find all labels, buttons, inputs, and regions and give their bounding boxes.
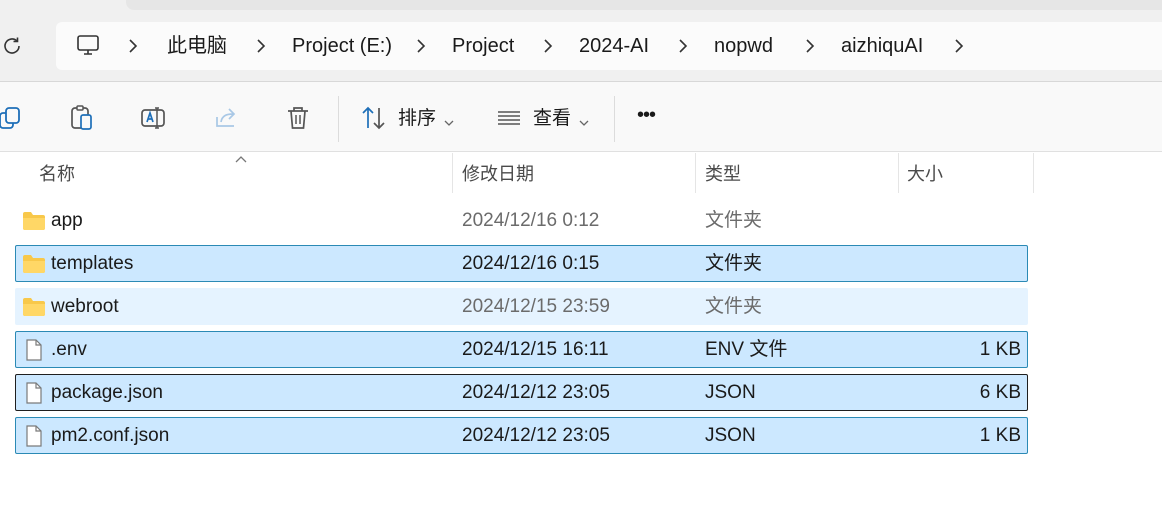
copy-icon[interactable] bbox=[0, 104, 26, 132]
breadcrumb-item[interactable]: Project (E:) bbox=[292, 34, 392, 58]
file-type: ENV 文件 bbox=[705, 339, 788, 360]
column-divider[interactable] bbox=[452, 153, 453, 193]
chevron-right-icon[interactable] bbox=[803, 36, 817, 56]
file-name: templates bbox=[51, 253, 134, 274]
file-icon bbox=[22, 425, 46, 447]
chevron-right-icon[interactable] bbox=[126, 36, 140, 56]
file-type: 文件夹 bbox=[705, 253, 763, 274]
sort-direction-icon bbox=[234, 151, 248, 163]
file-modified-date: 2024/12/15 23:59 bbox=[462, 296, 610, 317]
chevron-right-icon[interactable] bbox=[254, 36, 268, 56]
file-row[interactable]: package.json 2024/12/12 23:05 JSON 6 KB bbox=[15, 374, 1028, 411]
breadcrumb-item[interactable]: 此电脑 bbox=[167, 34, 227, 58]
file-row[interactable]: .env 2024/12/15 16:11 ENV 文件 1 KB bbox=[15, 331, 1028, 368]
file-modified-date: 2024/12/15 16:11 bbox=[462, 339, 609, 360]
file-name: package.json bbox=[51, 382, 163, 403]
file-size: 6 KB bbox=[979, 382, 1021, 403]
paste-icon[interactable] bbox=[68, 104, 96, 132]
more-options-button[interactable]: ••• bbox=[637, 104, 656, 126]
file-row[interactable]: app 2024/12/16 0:12 文件夹 bbox=[15, 202, 1028, 239]
file-explorer-window: 此电脑 Project (E:) Project 2024-AI nopwd aizhiq… bbox=[0, 0, 1162, 513]
folder-icon bbox=[22, 296, 46, 318]
file-name: app bbox=[51, 210, 83, 231]
breadcrumb-item[interactable]: 2024-AI bbox=[579, 34, 649, 58]
breadcrumb-item[interactable]: aizhiquAI bbox=[841, 34, 923, 58]
share-icon bbox=[212, 104, 240, 132]
file-type: JSON bbox=[705, 425, 756, 446]
chevron-right-icon[interactable] bbox=[676, 36, 690, 56]
column-header-name[interactable]: 名称 bbox=[39, 162, 75, 186]
file-size: 1 KB bbox=[979, 339, 1021, 360]
refresh-icon[interactable] bbox=[0, 34, 24, 58]
file-row[interactable]: pm2.conf.json 2024/12/12 23:05 JSON 1 KB bbox=[15, 417, 1028, 454]
file-modified-date: 2024/12/16 0:15 bbox=[462, 253, 600, 274]
column-divider[interactable] bbox=[898, 153, 899, 193]
column-header-size[interactable]: 大小 bbox=[907, 162, 943, 186]
column-divider[interactable] bbox=[695, 153, 696, 193]
breadcrumb-item[interactable]: Project bbox=[452, 34, 514, 58]
sort-chevron-down-icon[interactable] bbox=[444, 114, 454, 126]
sort-button[interactable]: 排序 bbox=[398, 108, 436, 130]
view-chevron-down-icon[interactable] bbox=[579, 114, 589, 126]
tab-strip-edge bbox=[126, 0, 1162, 10]
toolbar-divider bbox=[338, 96, 339, 142]
column-header-modified[interactable]: 修改日期 bbox=[462, 162, 534, 186]
file-icon bbox=[22, 339, 46, 361]
file-type: 文件夹 bbox=[705, 296, 763, 317]
file-row[interactable]: templates 2024/12/16 0:15 文件夹 bbox=[15, 245, 1028, 282]
file-type: JSON bbox=[705, 382, 756, 403]
file-modified-date: 2024/12/16 0:12 bbox=[462, 210, 600, 231]
view-icon[interactable] bbox=[496, 104, 524, 132]
file-name: pm2.conf.json bbox=[51, 425, 170, 446]
column-header-type[interactable]: 类型 bbox=[705, 162, 741, 186]
column-divider[interactable] bbox=[1033, 153, 1034, 193]
chevron-right-icon[interactable] bbox=[414, 36, 428, 56]
breadcrumb-item[interactable]: nopwd bbox=[714, 34, 773, 58]
file-name: .env bbox=[51, 339, 87, 360]
file-modified-date: 2024/12/12 23:05 bbox=[462, 425, 610, 446]
chevron-right-icon[interactable] bbox=[541, 36, 555, 56]
sort-icon[interactable] bbox=[360, 104, 388, 132]
chevron-right-icon[interactable] bbox=[952, 36, 966, 56]
file-size: 1 KB bbox=[979, 425, 1021, 446]
rename-icon[interactable] bbox=[140, 104, 168, 132]
file-name: webroot bbox=[51, 296, 119, 317]
view-button[interactable]: 查看 bbox=[533, 108, 571, 130]
folder-icon bbox=[22, 210, 46, 232]
delete-icon[interactable] bbox=[284, 104, 312, 132]
toolbar-divider bbox=[614, 96, 615, 142]
file-modified-date: 2024/12/12 23:05 bbox=[462, 382, 610, 403]
this-pc-icon[interactable] bbox=[76, 33, 100, 57]
file-row[interactable]: webroot 2024/12/15 23:59 文件夹 bbox=[15, 288, 1028, 325]
file-type: 文件夹 bbox=[705, 210, 763, 231]
file-icon bbox=[22, 382, 46, 404]
folder-icon bbox=[22, 253, 46, 275]
